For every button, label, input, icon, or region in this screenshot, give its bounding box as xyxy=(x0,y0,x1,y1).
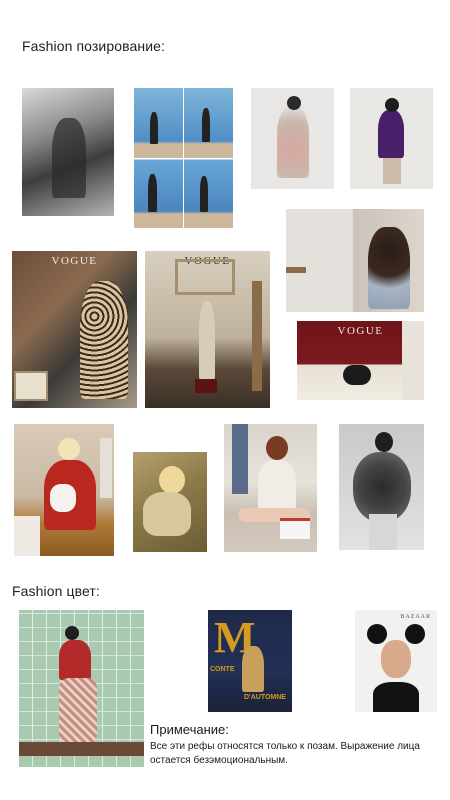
red-sweater-seated-photo[interactable] xyxy=(14,424,114,556)
note-title: Примечание: xyxy=(150,722,229,737)
bw-lying-pose-photo[interactable] xyxy=(22,88,114,216)
vogue-leopard-coat-cover[interactable]: VOGUE xyxy=(12,251,137,408)
bazaar-mouse-ears-cover[interactable]: BAZAAR xyxy=(355,610,437,712)
m-magazine-cover[interactable]: M CONTE D'AUTOMNE xyxy=(208,610,292,712)
vogue-red-curtain-cover[interactable]: VOGUE xyxy=(297,321,424,400)
curly-hair-window-photo[interactable] xyxy=(286,209,424,312)
vogue-masthead: VOGUE xyxy=(51,255,98,267)
bw-dried-flowers-photo[interactable] xyxy=(339,424,424,550)
note-body: Все эти рефы относятся только к позам. В… xyxy=(150,741,420,766)
color-section-title: Fashion цвет: xyxy=(12,583,100,599)
vogue-atelier-cover[interactable]: VOGUE xyxy=(145,251,270,408)
cover-line-1: CONTE xyxy=(210,666,235,673)
purple-fringe-model-photo[interactable] xyxy=(350,88,433,189)
blonde-sofa-photo[interactable] xyxy=(133,452,207,552)
magazine-logo: BAZAAR xyxy=(400,614,431,620)
poolside-four-poses-photo[interactable] xyxy=(134,88,233,228)
fur-seated-model-photo[interactable] xyxy=(251,88,334,189)
posing-section-title: Fashion позирование: xyxy=(22,38,166,54)
floor-sitting-socks-photo[interactable] xyxy=(224,424,317,552)
cover-line-2: D'AUTOMNE xyxy=(244,694,286,701)
green-tile-wall-photo[interactable] xyxy=(19,610,144,767)
